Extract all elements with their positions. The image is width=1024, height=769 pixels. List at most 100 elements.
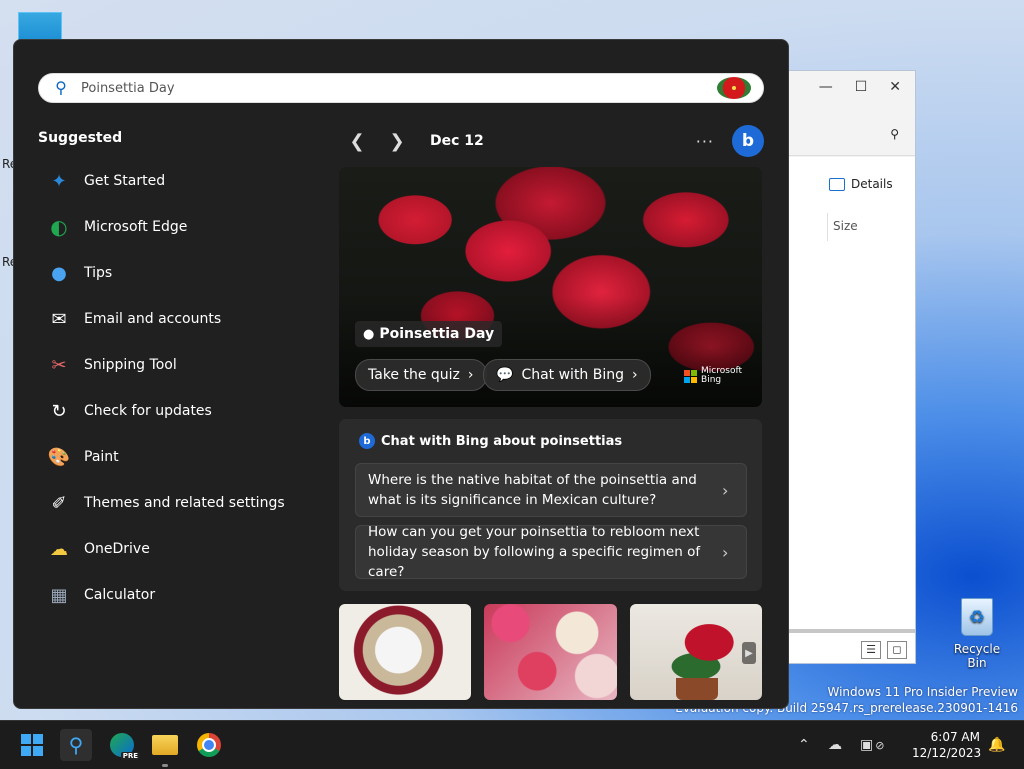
calculator-icon: ▦	[50, 584, 68, 606]
horizontal-scrollbar[interactable]	[789, 629, 915, 633]
size-column-header[interactable]: Size	[833, 219, 858, 233]
suggested-item-label: OneDrive	[84, 541, 150, 557]
chat-question[interactable]: How can you get your poinsettia to reblo…	[355, 524, 747, 580]
explorer-titlebar: — ☐ ✕	[789, 71, 915, 103]
poinsettia-icon	[717, 77, 751, 99]
suggested-item-tips[interactable]: ● Tips	[46, 250, 326, 296]
search-icon[interactable]: ⚲	[890, 127, 899, 141]
details-button[interactable]: Details	[829, 177, 893, 191]
taskbar: ⚲ PRE ⌃ ☁ ▣ ⊘ 6:07 AM 12/12/2023 🔔	[0, 720, 1024, 769]
suggested-item-label: Microsoft Edge	[84, 219, 188, 235]
column-divider[interactable]	[827, 213, 828, 241]
recycle-bin[interactable]: ♻ Recycle Bin	[944, 598, 1010, 670]
file-explorer-window: — ☐ ✕ ⚲ Details Size ☰ ◻	[788, 70, 916, 664]
suggested-item-label: Paint	[84, 449, 119, 465]
suggested-heading: Suggested	[38, 130, 123, 146]
take-quiz-button[interactable]: Take the quiz ›	[355, 359, 487, 391]
details-pane-icon	[829, 177, 845, 191]
chevron-right-icon: ›	[467, 367, 474, 383]
search-box[interactable]: ⚲	[38, 73, 764, 103]
highlight-date: Dec 12	[430, 133, 484, 149]
network-icon: ☁	[828, 737, 842, 753]
search-highlight-card[interactable]: ● Poinsettia Day Take the quiz › 💬 Chat …	[339, 167, 762, 407]
suggested-item-get-started[interactable]: ✦ Get Started	[46, 158, 326, 204]
bing-chat-button[interactable]: b	[732, 125, 764, 157]
search-icon: ⚲	[55, 78, 67, 97]
more-options-button[interactable]: ···	[696, 132, 714, 151]
potted-poinsettia-image[interactable]: ▶	[629, 604, 762, 700]
microsoft-bing-logo: Microsoft Bing	[684, 367, 742, 385]
suggested-item-paint[interactable]: 🎨 Paint	[46, 434, 326, 480]
onedrive-icon: ☁	[50, 538, 68, 560]
suggested-item-snipping-tool[interactable]: ✂ Snipping Tool	[46, 342, 326, 388]
get-started-icon: ✦	[51, 170, 67, 192]
poinsettia-wreath-image[interactable]	[339, 604, 472, 700]
suggested-item-onedrive[interactable]: ☁ OneDrive	[46, 526, 326, 572]
image-carousel: ▶	[339, 604, 762, 700]
file-explorer-icon	[152, 735, 178, 755]
previous-day-button[interactable]: ❮	[344, 128, 370, 154]
close-icon[interactable]: ✕	[889, 79, 901, 95]
show-hidden-icons-button[interactable]: ⌃	[798, 721, 810, 769]
file-explorer-button[interactable]	[149, 729, 181, 761]
system-clock[interactable]: 6:07 AM 12/12/2023	[912, 729, 981, 761]
next-day-button[interactable]: ❯	[384, 128, 410, 154]
chat-with-bing-label: Chat with Bing	[521, 367, 625, 383]
notifications-button[interactable]: 🔔	[988, 721, 1005, 769]
bing-icon: b	[359, 433, 375, 449]
chat-card-title: b Chat with Bing about poinsettias	[359, 433, 622, 449]
clock-time: 6:07 AM	[930, 730, 980, 744]
tips-icon: ●	[51, 262, 67, 284]
chat-with-bing-button[interactable]: 💬 Chat with Bing ›	[483, 359, 651, 391]
suggested-item-microsoft-edge[interactable]: ◐ Microsoft Edge	[46, 204, 326, 250]
hero-title[interactable]: ● Poinsettia Day	[355, 321, 503, 347]
start-button[interactable]	[16, 729, 48, 761]
chat-question[interactable]: Where is the native habitat of the poins…	[355, 463, 747, 517]
chat-card-title-text: Chat with Bing about poinsettias	[381, 433, 623, 449]
bing-chat-card: b Chat with Bing about poinsettias Where…	[339, 419, 762, 591]
brand-line: Bing	[701, 375, 722, 385]
flower-pot	[675, 678, 718, 700]
search-input[interactable]	[79, 79, 717, 97]
search-icon: ⚲	[68, 733, 84, 757]
refresh-icon: ↻	[51, 400, 67, 422]
highlights-nav: ❮ ❯ Dec 12 ··· b	[344, 125, 764, 157]
suggested-item-label: Tips	[84, 265, 113, 281]
paint-icon: 🎨	[47, 446, 71, 468]
suggested-item-email-accounts[interactable]: ✉ Email and accounts	[46, 296, 326, 342]
chrome-icon	[197, 733, 221, 757]
chevron-right-icon: ›	[722, 480, 729, 500]
chat-question-text: How can you get your poinsettia to reblo…	[368, 524, 701, 580]
carousel-next-icon[interactable]: ▶	[741, 642, 756, 664]
snipping-tool-icon: ✂	[51, 354, 67, 376]
details-view-icon[interactable]: ☰	[861, 641, 881, 659]
take-quiz-label: Take the quiz	[368, 367, 460, 383]
volume-button[interactable]: ▣ ⊘	[860, 721, 884, 769]
explorer-command-bar: Details	[789, 157, 915, 214]
network-button[interactable]: ☁	[828, 721, 842, 769]
display-icon: ▣	[860, 737, 874, 753]
suggested-item-themes[interactable]: ✐ Themes and related settings	[46, 480, 326, 526]
minimize-icon[interactable]: —	[819, 79, 833, 95]
details-label: Details	[851, 177, 893, 191]
suggested-item-calculator[interactable]: ▦ Calculator	[46, 572, 326, 618]
microsoft-logo-icon	[684, 369, 698, 383]
view-toggles: ☰ ◻	[861, 641, 907, 659]
suggested-item-label: Get Started	[84, 173, 166, 189]
poinsettia-flowers-image[interactable]	[484, 604, 617, 700]
search-taskbar-button[interactable]: ⚲	[60, 729, 92, 761]
edge-icon: ◐	[50, 215, 68, 239]
suggested-item-check-updates[interactable]: ↻ Check for updates	[46, 388, 326, 434]
chevron-up-icon: ⌃	[798, 737, 810, 753]
suggested-item-label: Calculator	[84, 587, 156, 603]
location-pin-icon: ●	[363, 326, 375, 342]
suggested-item-label: Email and accounts	[84, 311, 222, 327]
brush-icon: ✐	[51, 492, 67, 514]
suggested-item-label: Snipping Tool	[84, 357, 177, 373]
chevron-right-icon: ›	[722, 542, 729, 562]
maximize-icon[interactable]: ☐	[855, 79, 868, 95]
edge-beta-button[interactable]: PRE	[106, 729, 140, 761]
chrome-button[interactable]	[193, 729, 225, 761]
large-icons-view-icon[interactable]: ◻	[887, 641, 907, 659]
recycle-bin-icon: ♻	[961, 598, 993, 636]
